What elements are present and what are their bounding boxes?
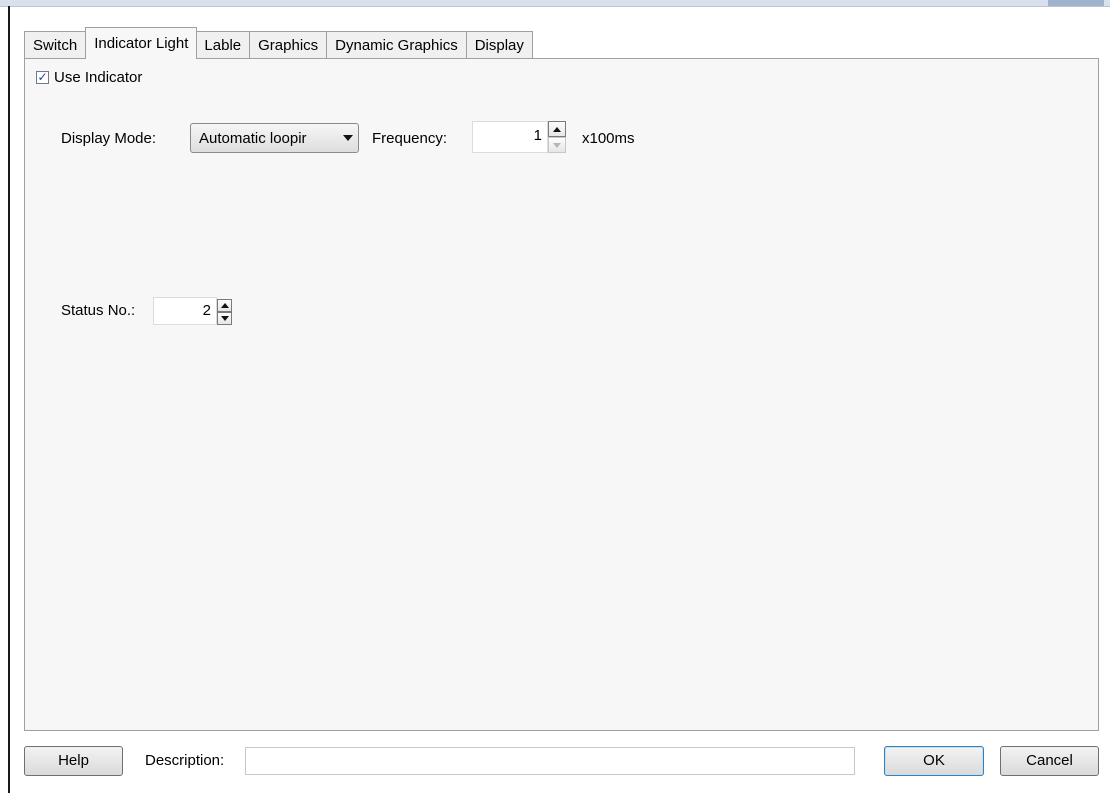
status-no-label: Status No.: [61,302,136,319]
display-mode-label: Display Mode: [61,130,157,147]
window-left-edge [8,6,10,793]
tab-dynamic-graphics[interactable]: Dynamic Graphics [327,31,467,59]
tab-display[interactable]: Display [466,31,533,59]
use-indicator-row[interactable]: ✓ Use Indicator [36,68,142,86]
arrow-down-icon [553,142,561,148]
frequency-label: Frequency: [372,130,448,147]
window-top-corner [1048,0,1104,6]
tab-bar: Switch Indicator Light Lable Graphics Dy… [24,27,533,59]
window-top-strip [0,0,1110,7]
chevron-down-icon [343,135,353,141]
cancel-button[interactable]: Cancel [1000,746,1099,776]
tab-indicator-light[interactable]: Indicator Light [85,27,198,59]
use-indicator-label: Use Indicator [54,68,143,86]
frequency-unit: x100ms [582,130,635,147]
checkmark-icon: ✓ [37,69,48,84]
status-no-down-button[interactable] [217,312,232,325]
tab-lable[interactable]: Lable [196,31,251,59]
arrow-down-icon [220,316,229,321]
display-mode-value: Automatic loopir [199,129,307,147]
arrow-up-icon [220,303,229,308]
help-button[interactable]: Help [24,746,123,776]
arrow-up-icon [553,126,561,132]
status-no-input[interactable]: 2 [153,297,217,325]
status-no-spinner [217,299,232,325]
frequency-spinner [548,121,566,153]
status-no-up-button[interactable] [217,299,232,312]
tab-content-panel [24,58,1099,731]
description-label: Description: [145,752,225,769]
tab-switch[interactable]: Switch [24,31,87,59]
frequency-down-button[interactable] [548,137,566,153]
description-input[interactable] [245,747,855,775]
use-indicator-checkbox[interactable]: ✓ [36,69,49,84]
ok-button[interactable]: OK [884,746,984,776]
display-mode-dropdown[interactable]: Automatic loopir [190,123,359,153]
tab-graphics[interactable]: Graphics [250,31,328,59]
frequency-up-button[interactable] [548,121,566,137]
frequency-input[interactable]: 1 [472,121,548,153]
